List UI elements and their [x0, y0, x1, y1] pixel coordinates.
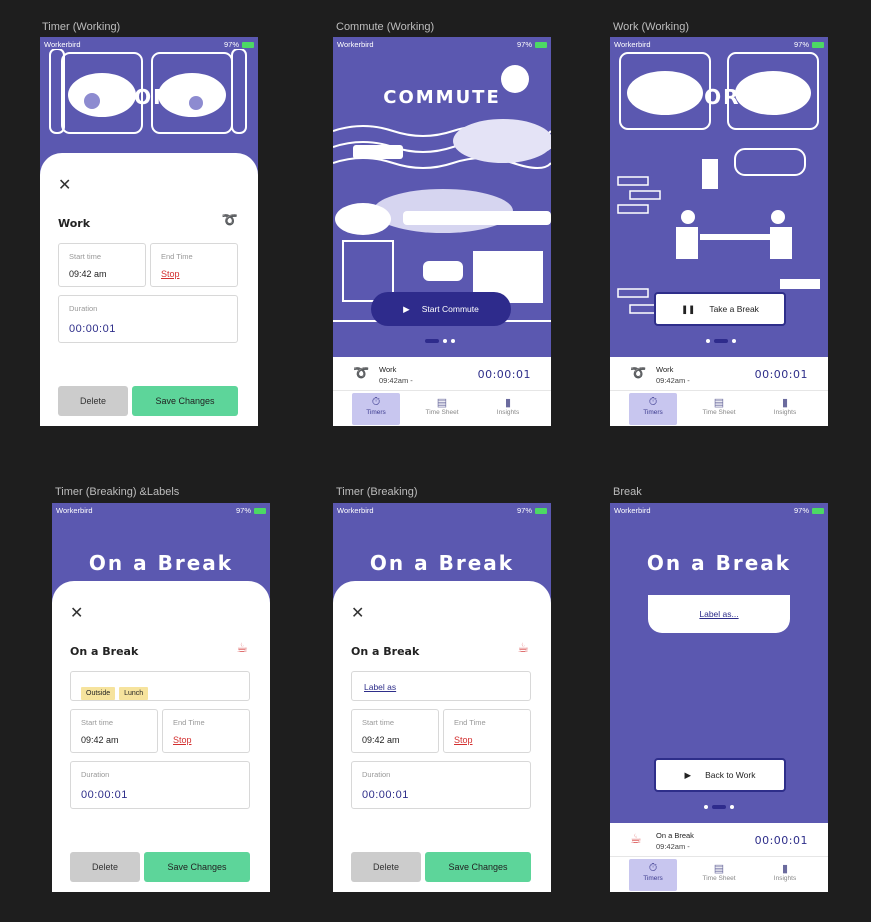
pause-icon: ❚❚	[681, 303, 696, 314]
duration-field[interactable]: Duration 00:00:01	[58, 295, 238, 343]
tab-time-sheet[interactable]: ▤ Time Sheet	[695, 859, 743, 891]
delete-button[interactable]: Delete	[351, 852, 421, 882]
label-as-link[interactable]: Label as	[364, 682, 396, 692]
running-timer-row[interactable]: ➰ Work 09:42am - 00:00:01	[333, 357, 551, 391]
tab-bar: ⏱ Timers ▤ Time Sheet ▮ Insights	[610, 390, 828, 426]
tab-insights[interactable]: ▮ Insights	[484, 393, 532, 425]
close-icon[interactable]: ✕	[70, 603, 83, 622]
back-to-work-button[interactable]: ▶ Back to Work	[654, 758, 786, 792]
sheet-title: On a Break	[70, 645, 139, 658]
frame-label-break: Break	[613, 486, 642, 498]
stop-link: Stop	[161, 269, 180, 279]
coffee-cup-icon: ☕	[630, 832, 642, 847]
hero-title: On a Break	[88, 551, 234, 575]
frame-label-timer-breaking: Timer (Breaking)	[336, 486, 418, 498]
tab-time-sheet[interactable]: ▤ Time Sheet	[418, 393, 466, 425]
end-time-field[interactable]: End Time Stop	[150, 243, 238, 287]
sheet-icon: ▤	[713, 397, 725, 409]
tag-outside[interactable]: Outside	[81, 687, 116, 700]
sheet-icon: ▤	[713, 863, 725, 875]
page-dots	[706, 339, 736, 343]
frame-label-timer-working: Timer (Working)	[42, 21, 121, 33]
tag-lunch[interactable]: Lunch	[119, 687, 149, 700]
close-icon[interactable]: ✕	[351, 603, 364, 622]
sheet-title: On a Break	[351, 645, 420, 658]
tab-insights[interactable]: ▮ Insights	[761, 393, 809, 425]
duration-field[interactable]: Duration 00:00:01	[70, 761, 250, 809]
phone-break: Workerbird 97% On a Break Label as... ▶ …	[610, 503, 828, 892]
save-changes-button[interactable]: Save Changes	[425, 852, 531, 882]
page-dots	[425, 339, 455, 343]
tab-timers[interactable]: ⏱ Timers	[629, 393, 677, 425]
edit-sheet: ✕ Work ➰ Start time 09:42 am End Time St…	[40, 153, 258, 426]
hero-title: COMMUTE	[383, 87, 501, 108]
stop-link: Stop	[454, 735, 473, 745]
frame-label-commute: Commute (Working)	[336, 21, 435, 33]
work-category-icon: ➰	[353, 366, 370, 381]
hero-title: On a Break	[369, 551, 515, 575]
end-time-field[interactable]: End Time Stop	[162, 709, 250, 753]
tab-timers[interactable]: ⏱ Timers	[352, 393, 400, 425]
office-window-illustration	[49, 49, 247, 134]
phone-commute: Workerbird 97% COMMUTE ▶ Start Commute ➰…	[333, 37, 551, 426]
work-category-icon: ➰	[630, 366, 647, 381]
hero-title: WORK	[680, 85, 758, 109]
start-commute-button[interactable]: ▶ Start Commute	[371, 292, 511, 326]
edit-sheet: ✕ On a Break ☕ Label as Start time 09:42…	[333, 581, 551, 892]
bar-chart-icon: ▮	[781, 397, 789, 409]
delete-button[interactable]: Delete	[58, 386, 128, 416]
status-bar: Workerbird 97%	[333, 503, 551, 517]
tab-time-sheet[interactable]: ▤ Time Sheet	[695, 393, 743, 425]
duration-field[interactable]: Duration 00:00:01	[351, 761, 531, 809]
battery: 97%	[224, 40, 254, 49]
stopwatch-icon: ⏱	[371, 396, 381, 408]
hero-title: On a Break	[646, 551, 792, 575]
status-bar: Workerbird 97%	[52, 503, 270, 517]
stopwatch-icon: ⏱	[648, 862, 658, 874]
phone-breaking-labels: Workerbird 97% On a Break ✕ On a Break ☕…	[52, 503, 270, 892]
play-icon: ▶	[403, 303, 410, 314]
running-timer-row[interactable]: ☕ On a Break 09:42am - 00:00:01	[610, 823, 828, 857]
save-changes-button[interactable]: Save Changes	[132, 386, 238, 416]
stop-link: Stop	[173, 735, 192, 745]
bar-chart-icon: ▮	[781, 863, 789, 875]
close-icon[interactable]: ✕	[58, 175, 71, 194]
start-time-field[interactable]: Start time 09:42 am	[58, 243, 146, 287]
phone-breaking: Workerbird 97% On a Break ✕ On a Break ☕…	[333, 503, 551, 892]
tab-bar: ⏱ Timers ▤ Time Sheet ▮ Insights	[333, 390, 551, 426]
labels-field[interactable]: Outside Lunch	[70, 671, 250, 701]
work-category-icon: ➰	[221, 213, 238, 228]
tab-bar: ⏱ Timers ▤ Time Sheet ▮ Insights	[610, 856, 828, 892]
tab-timers[interactable]: ⏱ Timers	[629, 859, 677, 891]
status-bar: Workerbird 97%	[610, 503, 828, 517]
take-a-break-button[interactable]: ❚❚ Take a Break	[654, 292, 786, 326]
phone-work: Workerbird 97% WORK ❚❚ Take a Break ➰ Wo…	[610, 37, 828, 426]
label-as-link[interactable]: Label as...	[699, 609, 738, 619]
save-changes-button[interactable]: Save Changes	[144, 852, 250, 882]
status-bar: Workerbird 97%	[333, 37, 551, 51]
carrier: Workerbird	[44, 40, 81, 49]
hero-title: WORK	[110, 85, 188, 109]
edit-sheet: ✕ On a Break ☕ Outside Lunch Start time 0…	[52, 581, 270, 892]
bar-chart-icon: ▮	[504, 397, 512, 409]
running-timer-row[interactable]: ➰ Work 09:42am - 00:00:01	[610, 357, 828, 391]
start-time-field[interactable]: Start time 09:42 am	[70, 709, 158, 753]
play-icon: ▶	[684, 769, 692, 780]
labels-field[interactable]: Label as	[351, 671, 531, 701]
frame-label-timer-breaking-labels: Timer (Breaking) &Labels	[55, 486, 180, 498]
tab-insights[interactable]: ▮ Insights	[761, 859, 809, 891]
sheet-icon: ▤	[436, 397, 448, 409]
label-as-card[interactable]: Label as...	[648, 595, 790, 633]
stopwatch-icon: ⏱	[648, 396, 658, 408]
page-dots	[704, 805, 734, 809]
frame-label-work: Work (Working)	[613, 21, 689, 33]
phone-timer-working: Workerbird 97% WORK ✕ Work ➰ Start time …	[40, 37, 258, 426]
delete-button[interactable]: Delete	[70, 852, 140, 882]
start-time-field[interactable]: Start time 09:42 am	[351, 709, 439, 753]
coffee-cup-icon: ☕	[236, 641, 248, 656]
sheet-title: Work	[58, 217, 91, 230]
coffee-cup-icon: ☕	[517, 641, 529, 656]
end-time-field[interactable]: End Time Stop	[443, 709, 531, 753]
